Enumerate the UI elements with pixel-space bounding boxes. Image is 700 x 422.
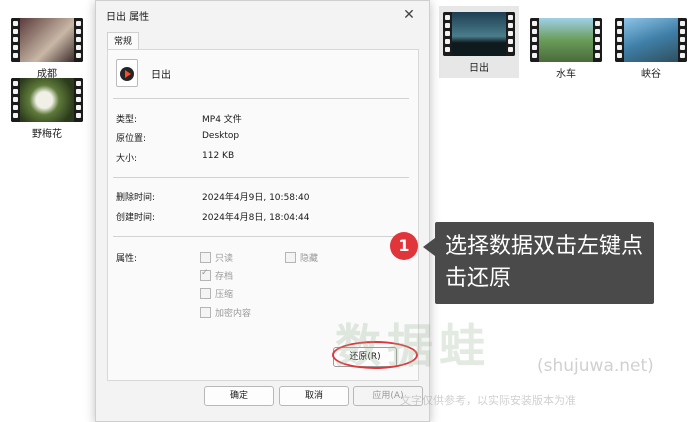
video-file-icon (116, 59, 138, 87)
encrypt-label: 加密内容 (215, 309, 252, 319)
hidden-label: 隐藏 (300, 254, 319, 264)
attributes-label: 属性: (116, 254, 138, 264)
watermark-brand: 数据蛙 (335, 319, 491, 373)
size-row: 大小: 112 KB (116, 151, 234, 164)
instruction-callout: 选择数据双击左键点击还原 (435, 222, 654, 304)
checkbox-box (200, 288, 211, 299)
desktop-item-label: 水车 (556, 69, 576, 80)
desktop-item-plum[interactable]: 野梅花 (4, 78, 90, 140)
encrypt-checkbox[interactable]: 加密内容 (200, 306, 251, 319)
desktop-item-canyon[interactable]: 峡谷 (608, 18, 694, 80)
readonly-checkbox[interactable]: 只读 (200, 251, 233, 264)
size-value: 112 KB (202, 151, 235, 161)
video-thumbnail (11, 18, 83, 62)
desktop-item-sunrise[interactable]: 日出 (439, 6, 519, 78)
step-badge: 1 (390, 232, 418, 260)
callout-arrow (423, 238, 435, 256)
deleted-value: 2024年4月9日, 10:58:40 (202, 193, 310, 203)
video-thumbnail (615, 18, 687, 62)
desktop-item-chengdu[interactable]: 成都 (4, 18, 90, 80)
location-row: 原位置: Desktop (116, 131, 239, 144)
desktop-item-label: 野梅花 (32, 129, 62, 140)
deleted-row: 删除时间: 2024年4月9日, 10:58:40 (116, 190, 310, 203)
ok-button[interactable]: 确定 (204, 386, 274, 406)
watermark-url: (shujuwa.net) (537, 356, 654, 376)
video-thumbnail (11, 78, 83, 122)
dialog-titlebar[interactable]: 日出 属性 ✕ (96, 1, 429, 29)
type-row: 类型: MP4 文件 (116, 112, 242, 125)
compress-label: 压缩 (215, 290, 234, 300)
divider (113, 98, 409, 99)
size-label: 大小: (116, 154, 138, 164)
dialog-title: 日出 属性 (106, 11, 150, 23)
created-label: 创建时间: (116, 213, 156, 223)
hidden-checkbox[interactable]: 隐藏 (285, 251, 318, 264)
desktop-item-waterwheel[interactable]: 水车 (523, 18, 609, 80)
type-value: MP4 文件 (202, 115, 242, 125)
location-value: Desktop (202, 131, 240, 141)
video-thumbnail (530, 18, 602, 62)
deleted-label: 删除时间: (116, 193, 156, 203)
desktop-item-label: 峡谷 (641, 69, 661, 80)
created-value: 2024年4月8日, 18:04:44 (202, 213, 310, 223)
location-label: 原位置: (116, 134, 147, 144)
close-icon[interactable]: ✕ (399, 7, 419, 23)
watermark-note: 文字仅供参考，以实际安装版本为准 (400, 394, 576, 407)
created-row: 创建时间: 2024年4月8日, 18:04:44 (116, 210, 310, 223)
file-name: 日出 (151, 70, 171, 81)
compress-checkbox[interactable]: 压缩 (200, 287, 233, 300)
readonly-label: 只读 (215, 254, 234, 264)
checkbox-box (200, 268, 211, 281)
checkbox-box (200, 252, 211, 263)
archive-checkbox[interactable]: 存档 (200, 268, 234, 282)
type-label: 类型: (116, 115, 138, 125)
divider (113, 177, 409, 178)
desktop-item-label: 日出 (469, 63, 489, 74)
archive-label: 存档 (215, 272, 234, 282)
cancel-button[interactable]: 取消 (279, 386, 349, 406)
checkbox-box (285, 252, 296, 263)
video-thumbnail (443, 12, 515, 56)
divider (113, 236, 409, 237)
checkbox-box (200, 307, 211, 318)
